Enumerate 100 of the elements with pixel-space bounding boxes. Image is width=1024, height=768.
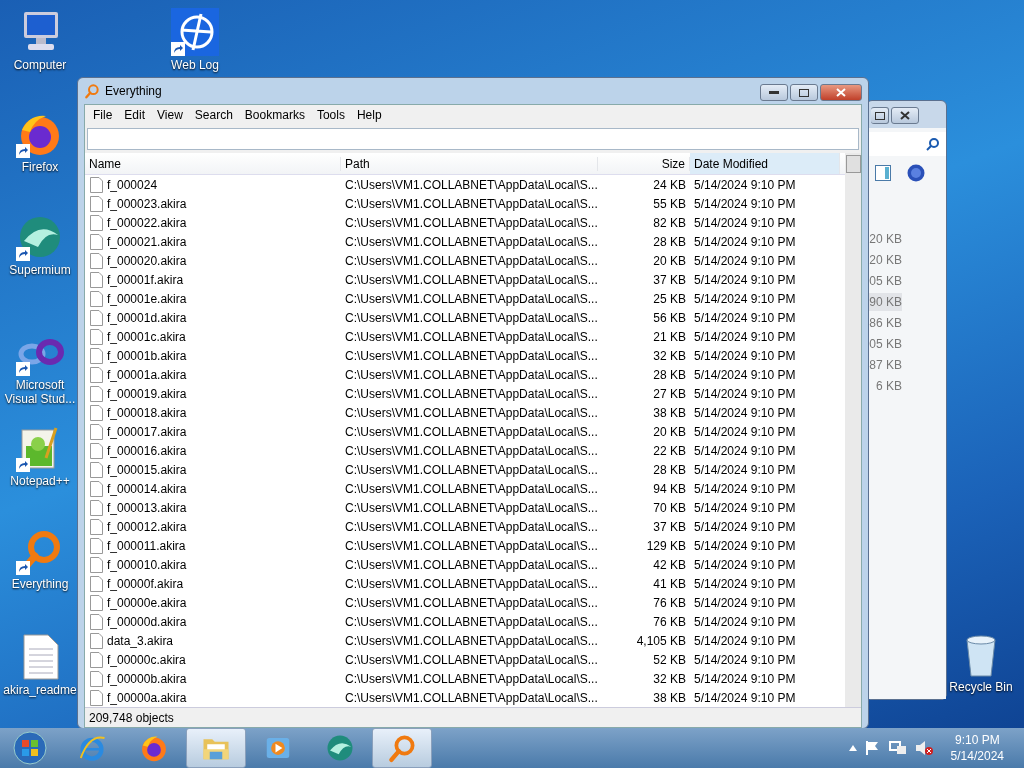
file-path: C:\Users\VM1.COLLABNET\AppData\Local\S... [344,462,598,477]
date-modified: 5/14/2024 9:10 PM [693,671,797,686]
maximize-button[interactable] [871,107,889,124]
magnifier-icon [84,83,100,99]
menu-item[interactable]: Search [188,106,239,124]
file-size: 129 KB [645,538,687,553]
taskbar-button[interactable] [186,728,246,768]
menu-item[interactable]: Bookmarks [238,106,311,124]
file-path: C:\Users\VM1.COLLABNET\AppData\Local\S... [344,215,598,230]
file-size: 37 KB [652,519,687,534]
file-icon [90,461,103,478]
desktop-icon-label[interactable]: Firefox [21,160,59,174]
close-icon [900,111,910,120]
show-hidden-icons[interactable] [848,745,857,751]
muted-speaker-icon[interactable] [914,740,933,756]
status-text: 209,748 objects [89,710,174,725]
file-icon [90,518,103,535]
vertical-scrollbar[interactable] [845,153,861,707]
flag-icon[interactable] [864,740,881,756]
taskbar-button[interactable] [372,728,432,768]
minimize-button[interactable] [760,84,788,101]
file-size: 38 KB [652,690,687,705]
file-path: C:\Users\VM1.COLLABNET\AppData\Local\S... [344,538,598,553]
file-icon [90,689,103,706]
maximize-button[interactable] [790,84,818,101]
file-name: data_3.akira [107,633,174,648]
menu-item[interactable]: Help [350,106,388,124]
file-path: C:\Users\VM1.COLLABNET\AppData\Local\S... [344,329,598,344]
desktop-icon-label[interactable]: Supermium [9,263,71,277]
file-size: 82 KB [652,215,687,230]
close-button[interactable] [891,107,919,124]
shortcut-arrow-icon [171,42,185,56]
desktop-icon-label[interactable]: Notepad++ [10,474,70,488]
file-size: 32 KB [652,348,687,363]
menu-item[interactable]: Edit [118,106,152,124]
date-modified: 5/14/2024 9:10 PM [693,405,797,420]
desktop-icon-label[interactable]: Recycle Bin [949,680,1013,694]
date-modified: 5/14/2024 9:10 PM [693,443,797,458]
close-button[interactable] [820,84,862,101]
file-icon [90,537,103,554]
date-modified: 5/14/2024 9:10 PM [693,500,797,515]
menu-item[interactable]: File [87,106,119,124]
date-modified: 5/14/2024 9:10 PM [693,652,797,667]
column-header[interactable]: Name [85,156,341,171]
desktop-icon-label[interactable]: Microsoft Visual Stud... [1,378,79,406]
file-size: 20 KB [869,252,902,269]
file-path: C:\Users\VM1.COLLABNET\AppData\Local\S... [344,234,598,249]
desktop-icon-label[interactable]: Web Log [171,58,219,72]
date-modified: 5/14/2024 9:10 PM [693,614,797,629]
column-header[interactable]: Path [341,156,598,171]
clock-date[interactable]: 5/14/2024 [950,749,1004,763]
preview-pane-icon[interactable] [875,165,891,181]
network-icon[interactable] [888,740,907,756]
file-size: 42 KB [652,557,687,572]
date-modified: 5/14/2024 9:10 PM [693,177,797,192]
file-path: C:\Users\VM1.COLLABNET\AppData\Local\S... [344,671,598,686]
file-name: f_000012.akira [107,519,187,534]
date-modified: 5/14/2024 9:10 PM [693,291,797,306]
supermium-icon [325,733,355,763]
file-size: 05 KB [869,273,902,290]
date-modified: 5/14/2024 9:10 PM [693,538,797,553]
file-name: f_000017.akira [107,424,187,439]
file-size: 37 KB [652,272,687,287]
search-field[interactable] [87,128,859,150]
file-name: f_00000e.akira [107,595,187,610]
menu-item[interactable]: View [151,106,189,124]
magnifier-icon [387,733,417,763]
file-icon [90,328,103,345]
file-icon [90,176,103,193]
file-size: 90 KB [869,293,902,311]
search-field[interactable] [869,132,946,156]
desktop-icon-label[interactable]: Computer [13,58,67,72]
file-path: C:\Users\VM1.COLLABNET\AppData\Local\S... [344,177,598,192]
file-icon [90,195,103,212]
date-modified: 5/14/2024 9:10 PM [693,253,797,268]
date-modified: 5/14/2024 9:10 PM [693,519,797,534]
file-name: f_000015.akira [107,462,187,477]
file-name: f_000020.akira [107,253,187,268]
file-path: C:\Users\VM1.COLLABNET\AppData\Local\S... [344,652,598,667]
desktop-icon-label[interactable]: akira_readme [3,683,77,697]
start-button[interactable] [13,731,47,765]
file-path: C:\Users\VM1.COLLABNET\AppData\Local\S... [344,253,598,268]
menu-item[interactable]: Tools [310,106,351,124]
file-name: f_00000f.akira [107,576,184,591]
shortcut-arrow-icon [16,561,30,575]
file-icon [90,271,103,288]
window-title: Everything [105,84,163,98]
shortcut-arrow-icon [16,247,30,261]
desktop-icon-label[interactable]: Everything [11,577,69,591]
shortcut-arrow-icon [16,144,30,158]
file-icon [90,233,103,250]
file-size: 56 KB [652,310,687,325]
date-modified: 5/14/2024 9:10 PM [693,215,797,230]
file-name: f_000023.akira [107,196,187,211]
column-header[interactable]: Date Modified [690,153,840,174]
date-modified: 5/14/2024 9:10 PM [693,310,797,325]
file-size: 21 KB [652,329,687,344]
search-icon [926,137,940,151]
file-size: 94 KB [652,481,687,496]
file-size: 22 KB [652,443,687,458]
